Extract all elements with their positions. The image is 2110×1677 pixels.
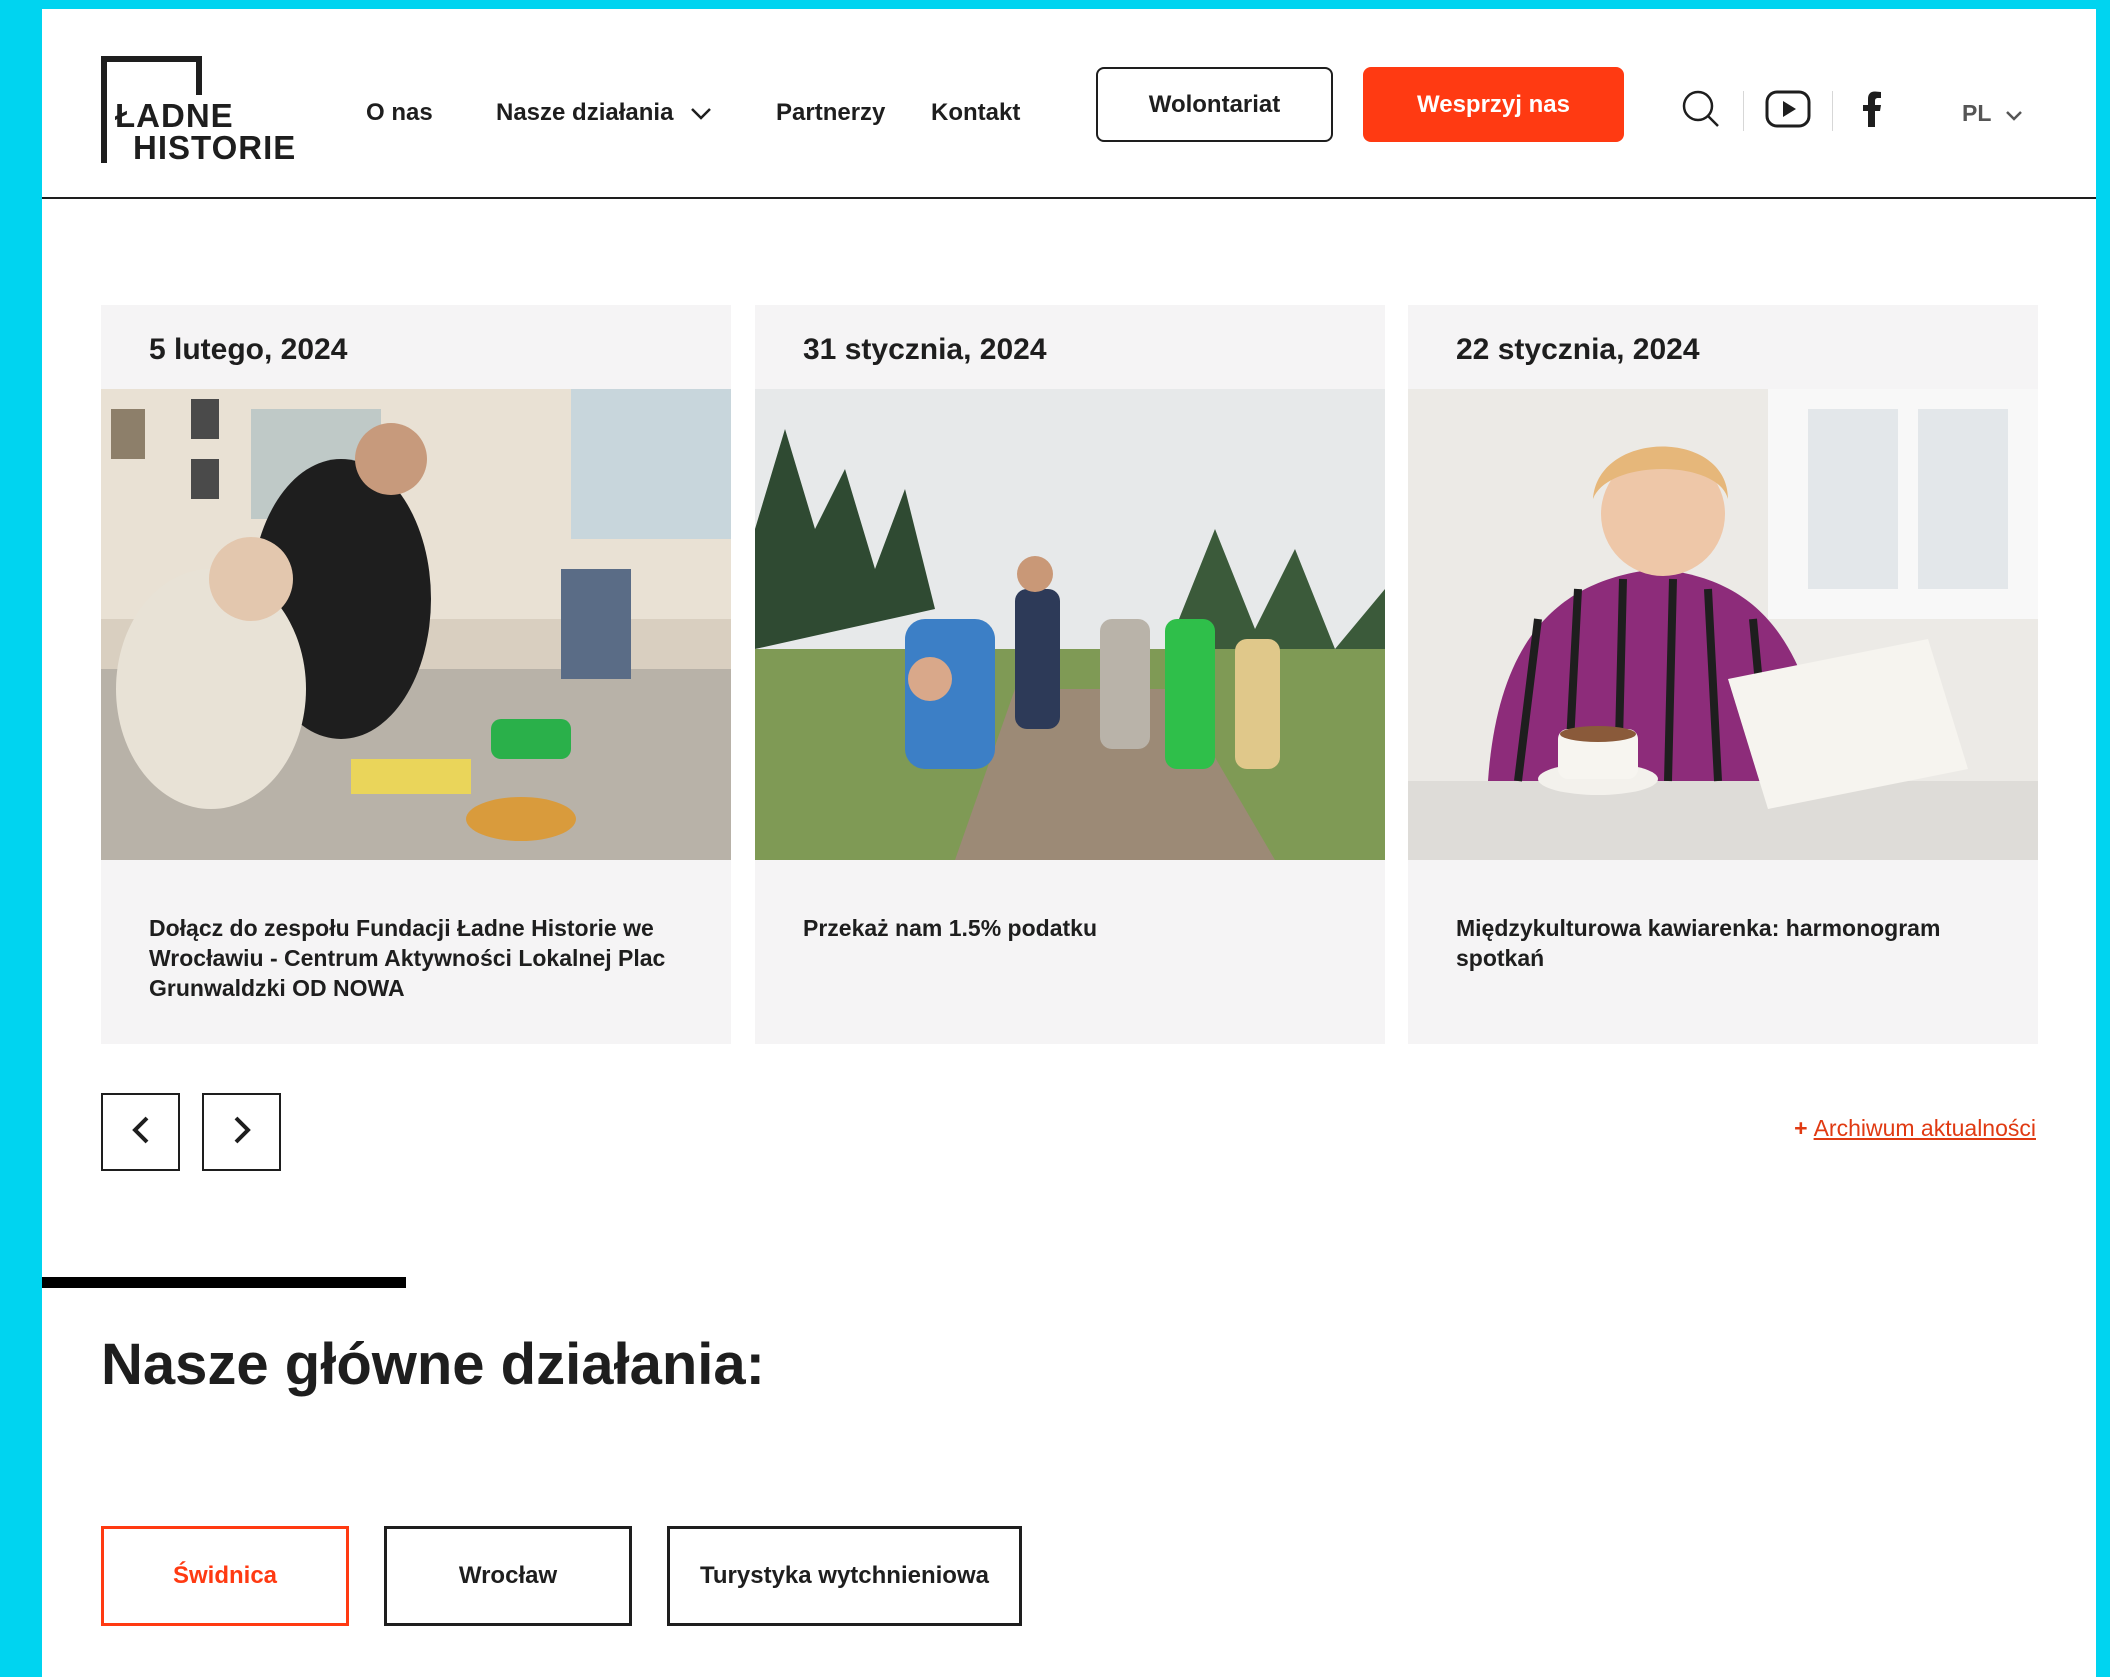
news-title[interactable]: Dołącz do zespołu Fundacji Ładne Histori…: [149, 913, 689, 1003]
nav-item-kontakt[interactable]: Kontakt: [931, 99, 1020, 127]
volunteer-button[interactable]: Wolontariat: [1096, 67, 1333, 142]
language-label: PL: [1962, 100, 1992, 126]
logo-text-line2: HISTORIE: [133, 129, 297, 166]
news-image-hiking[interactable]: [755, 389, 1385, 860]
news-title[interactable]: Międzykulturowa kawiarenka: harmonogram …: [1456, 913, 1996, 973]
chevron-down-icon: [2005, 100, 2023, 127]
youtube-icon[interactable]: [1764, 87, 1812, 131]
archive-link-label: Archiwum aktualności: [1813, 1115, 2036, 1141]
language-selector[interactable]: PL: [1962, 100, 2023, 127]
plus-icon: +: [1794, 1115, 1808, 1141]
chevron-down-icon: [690, 100, 712, 128]
chevron-right-icon: [232, 1115, 252, 1150]
tab-turystyka-wytchnieniowa[interactable]: Turystyka wytchnieniowa: [667, 1526, 1022, 1626]
slider-next-button[interactable]: [202, 1093, 281, 1171]
nav-item-partnerzy[interactable]: Partnerzy: [776, 99, 885, 127]
header-divider: [1832, 91, 1833, 131]
chevron-left-icon: [131, 1115, 151, 1150]
news-image-workshop[interactable]: [101, 389, 731, 860]
support-button[interactable]: Wesprzyj nas: [1363, 67, 1624, 142]
section-divider: [42, 1277, 406, 1288]
news-image-cafe[interactable]: [1408, 389, 2038, 860]
logo-text-line1: ŁADNE: [115, 97, 234, 134]
news-card[interactable]: 31 stycznia, 2024 Przekaż nam 1.5% podat…: [755, 305, 1385, 1044]
news-date: 5 lutego, 2024: [149, 333, 348, 366]
header-divider: [1743, 91, 1744, 131]
facebook-icon[interactable]: [1852, 87, 1892, 131]
nav-item-label: Nasze działania: [496, 99, 674, 126]
slider-prev-button[interactable]: [101, 1093, 180, 1171]
news-card[interactable]: 22 stycznia, 2024 Międzykulturowa kawiar…: [1408, 305, 2038, 1044]
news-card[interactable]: 5 lutego, 2024 Dołącz do zespołu Fundacj…: [101, 305, 731, 1044]
nav-item-o-nas[interactable]: O nas: [366, 99, 433, 127]
site-header: ŁADNE HISTORIE O nas Nasze działania Par…: [42, 9, 2096, 199]
page: ŁADNE HISTORIE O nas Nasze działania Par…: [42, 9, 2096, 1677]
tab-swidnica[interactable]: Świdnica: [101, 1526, 349, 1626]
search-icon[interactable]: [1679, 87, 1723, 131]
section-title: Nasze główne działania:: [101, 1332, 765, 1397]
news-title[interactable]: Przekaż nam 1.5% podatku: [803, 913, 1343, 943]
archive-link[interactable]: + Archiwum aktualności: [1794, 1115, 2036, 1142]
tab-wroclaw[interactable]: Wrocław: [384, 1526, 632, 1626]
site-logo[interactable]: ŁADNE HISTORIE: [101, 55, 311, 166]
nav-item-nasze-dzialania[interactable]: Nasze działania: [496, 99, 712, 128]
news-date: 22 stycznia, 2024: [1456, 333, 1700, 366]
news-date: 31 stycznia, 2024: [803, 333, 1047, 366]
